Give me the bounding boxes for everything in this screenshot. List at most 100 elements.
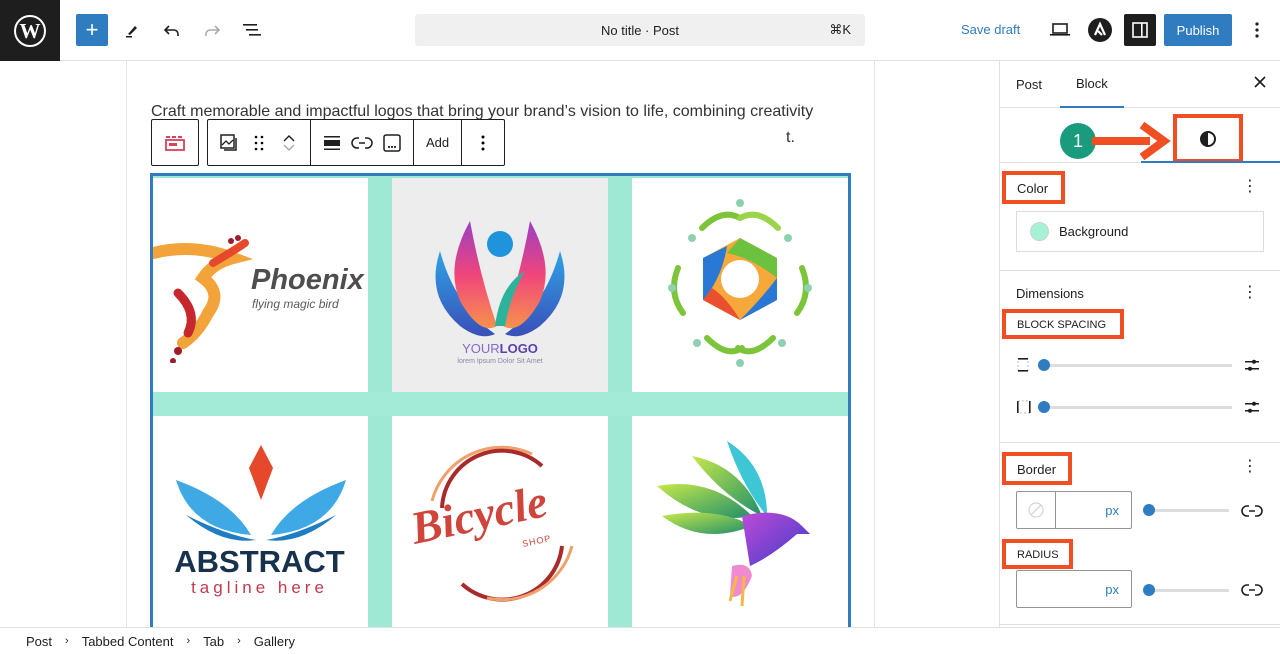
options-menu-button[interactable] (1241, 14, 1273, 46)
radius-slider-control (1143, 582, 1238, 598)
command-palette-bar[interactable]: No title · Post ⌘K (415, 14, 865, 46)
border-color-button[interactable] (1017, 492, 1056, 528)
block-toolbar-main: Add (207, 119, 506, 166)
border-width-track[interactable] (1149, 509, 1229, 512)
link-icon (351, 136, 373, 149)
astra-button[interactable] (1084, 14, 1116, 46)
astra-logo-icon (1088, 18, 1112, 42)
radius-slider[interactable] (1143, 584, 1155, 596)
radius-label: RADIUS (1017, 549, 1059, 561)
vertical-spacing-slider[interactable] (1038, 359, 1050, 371)
contrast-icon (1200, 130, 1216, 147)
custom-value-icon[interactable] (1244, 357, 1260, 373)
your-logo-title: YOURLOGO (462, 341, 538, 356)
dimensions-options-button[interactable]: ⋮ (1242, 285, 1258, 301)
border-width-unit[interactable]: px (1105, 503, 1119, 518)
drag-icon (254, 135, 264, 150)
chevron-up-icon[interactable] (282, 133, 296, 143)
phoenix-subtitle: flying magic bird (252, 297, 339, 311)
link-corners-icon[interactable] (1241, 583, 1263, 597)
radius-track[interactable] (1149, 589, 1229, 592)
border-width-slider-control (1143, 502, 1238, 518)
gallery-block-type-button[interactable] (214, 125, 244, 161)
preview-button[interactable] (1044, 14, 1076, 46)
tools-button[interactable] (116, 14, 148, 46)
tab-post[interactable]: Post (1016, 61, 1042, 108)
breadcrumb-item-post[interactable]: Post (26, 634, 52, 649)
redo-button[interactable] (196, 14, 228, 46)
add-block-button[interactable]: + (76, 14, 108, 46)
vertical-spacing-track[interactable] (1044, 364, 1232, 367)
custom-value-icon[interactable] (1244, 399, 1260, 415)
chevron-right-icon: › (237, 635, 241, 647)
gallery-block[interactable]: Phoenix flying magic bird YOURLOGO lorem… (150, 173, 851, 632)
block-inspector-tabs: 1 (1000, 109, 1280, 163)
link-sides-icon[interactable] (1241, 504, 1263, 518)
horizontal-spacing-track[interactable] (1044, 406, 1232, 409)
publish-button[interactable]: Publish (1164, 14, 1232, 46)
flame-figure-graphic (435, 221, 565, 337)
redo-icon (205, 25, 221, 36)
border-highlight: Border (1002, 452, 1072, 485)
horizontal-spacing-icon (1017, 400, 1031, 414)
pencil-icon (126, 26, 137, 38)
horizontal-spacing-control (1016, 397, 1266, 417)
gallery-icon (220, 133, 237, 151)
select-parent-block-button[interactable] (151, 119, 199, 166)
drag-handle[interactable] (244, 125, 274, 161)
border-width-input[interactable]: px (1016, 491, 1132, 529)
document-overview-button[interactable] (236, 14, 268, 46)
close-icon (1254, 76, 1266, 88)
gallery-image-your-logo[interactable]: YOURLOGO lorem Ipsum Dolor Sit Amet (392, 178, 608, 392)
horizontal-spacing-slider[interactable] (1038, 401, 1050, 413)
gallery-gap (153, 392, 848, 416)
chevron-right-icon: › (186, 635, 191, 647)
gallery-image-bicycle-shop[interactable]: Bicycle SHOP (392, 416, 608, 632)
chevron-down-icon[interactable] (282, 143, 296, 153)
breadcrumb-item-tabbed-content[interactable]: Tabbed Content (82, 634, 174, 649)
sidebar-tabs: Post Block (1000, 61, 1280, 108)
radius-highlight: RADIUS (1002, 539, 1073, 569)
align-button[interactable] (317, 125, 347, 161)
abstract-title: ABSTRACT (174, 544, 345, 579)
more-vertical-icon (481, 135, 485, 150)
radius-input[interactable]: px (1016, 570, 1132, 608)
radius-unit[interactable]: px (1105, 582, 1119, 597)
link-button[interactable] (347, 125, 377, 161)
wordpress-logo-button[interactable]: W (0, 0, 60, 61)
color-swatch (1030, 222, 1049, 241)
save-draft-button[interactable]: Save draft (961, 22, 1020, 37)
laptop-icon (1050, 23, 1070, 36)
align-wide-icon (324, 135, 340, 150)
breadcrumb-item-tab[interactable]: Tab (203, 634, 224, 649)
section-divider (1000, 442, 1280, 443)
gallery-image-colorful-bird[interactable] (632, 416, 848, 632)
border-width-slider[interactable] (1143, 504, 1155, 516)
add-images-button[interactable]: Add (414, 135, 461, 150)
caption-button[interactable] (377, 125, 407, 161)
background-color-button[interactable]: Background (1016, 211, 1264, 252)
gallery-image-abstract[interactable]: ABSTRACT tagline here (153, 416, 368, 632)
styles-tab[interactable] (1173, 114, 1243, 163)
breadcrumb-item-gallery[interactable]: Gallery (254, 634, 295, 649)
gallery-image-phoenix[interactable]: Phoenix flying magic bird (153, 178, 368, 392)
block-options-button[interactable] (468, 125, 498, 161)
gallery-image-hexagon-leaves[interactable] (632, 178, 848, 392)
settings-toggle-button[interactable] (1124, 14, 1156, 46)
svg-text:W: W (20, 19, 41, 43)
close-sidebar-button[interactable] (1253, 73, 1267, 94)
no-color-icon (1028, 502, 1044, 518)
tab-block[interactable]: Block (1060, 61, 1124, 108)
your-logo-subtitle: lorem Ipsum Dolor Sit Amet (457, 358, 543, 365)
border-options-button[interactable]: ⋮ (1242, 459, 1258, 475)
block-breadcrumb: Post › Tabbed Content › Tab › Gallery (0, 627, 1280, 654)
block-toolbar: Add (151, 119, 506, 166)
color-options-button[interactable]: ⋮ (1242, 179, 1258, 195)
chevron-right-icon: › (65, 635, 69, 647)
section-divider (1000, 270, 1280, 271)
background-label: Background (1059, 224, 1129, 239)
caption-icon (383, 133, 401, 152)
more-vertical-icon (1255, 22, 1259, 38)
undo-button[interactable] (156, 14, 188, 46)
color-highlight: Color (1002, 171, 1065, 204)
